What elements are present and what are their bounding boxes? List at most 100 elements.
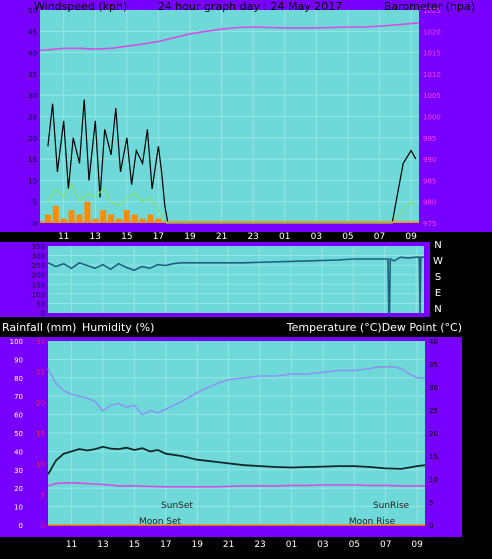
x-tick-label: 03 (311, 232, 322, 242)
axis-tick-label: 10 (36, 461, 45, 469)
weather-graph: 0 5 10 15 20 25 30 35 40 45 50 975 980 985 990 995 1000… (0, 0, 492, 555)
axis-tick-label: 100 (10, 338, 23, 346)
axis-tick-label: 50 (36, 300, 45, 308)
axis-tick-label: 980 (423, 199, 436, 207)
x-tick-label: 09 (411, 540, 423, 550)
axis-tick-label: 350 (32, 243, 45, 251)
axis-tick-label: 70 (14, 393, 23, 401)
x-tick-label: 01 (286, 540, 297, 550)
axis-tick-label: 150 (32, 281, 45, 289)
x-tick-label: 13 (97, 540, 108, 550)
axis-tick-label: 1000 (423, 114, 441, 122)
axis-tick-label: 30 (14, 467, 23, 475)
axis-tick-label: 10 (429, 476, 438, 484)
x-tick-label: 05 (349, 540, 360, 550)
axis-tick-label: 50 (14, 430, 23, 438)
x-tick-label: 07 (374, 232, 385, 242)
axis-tick-label: 40 (429, 338, 438, 346)
axis-tick-label: 30 (36, 338, 45, 346)
axis-tick-label: 20 (14, 485, 23, 493)
axis-tick-label: 995 (423, 135, 436, 143)
axis-tick-label: 40 (28, 50, 37, 58)
x-tick-label: 21 (223, 540, 234, 550)
x-tick-label: 01 (279, 232, 290, 242)
moonrise-label: Moon Rise (349, 517, 396, 527)
axis-tick-label: 60 (14, 412, 23, 420)
x-tick-label: 19 (184, 232, 196, 242)
axis-tick-label: 15 (36, 430, 45, 438)
x-tick-label: 15 (121, 232, 132, 242)
axis-tick-label: 25 (28, 114, 37, 122)
x-tick-label: 03 (317, 540, 328, 550)
x-tick-label: 23 (247, 232, 258, 242)
axis-tick-label: 5 (41, 491, 45, 499)
axis-tick-label: 0 (41, 310, 45, 318)
compass-letter: N (434, 304, 441, 315)
axis-tick-label: 250 (32, 262, 45, 270)
compass-letter: S (435, 272, 441, 283)
graph-canvas: 05101520253035404550 9759809859909951000… (0, 0, 492, 555)
x-tick-label: 11 (66, 540, 77, 550)
x-tick-label: 11 (58, 232, 69, 242)
axis-tick-label: 10 (14, 504, 23, 512)
x-tick-label: 23 (254, 540, 265, 550)
sunrise-label: SunRise (373, 501, 410, 511)
axis-tick-label: 100 (32, 291, 45, 299)
axis-tick-label: 975 (423, 220, 436, 228)
baro-title: Barometer (hpa) (384, 0, 475, 13)
rain-bar (123, 210, 130, 223)
axis-tick-label: 25 (36, 369, 45, 377)
axis-tick-label: 30 (429, 384, 438, 392)
direction-plot (48, 246, 424, 313)
axis-tick-label: 20 (429, 430, 438, 438)
x-tick-label: 19 (192, 540, 204, 550)
x-tick-label: 07 (380, 540, 391, 550)
axis-tick-label: 5 (429, 499, 433, 507)
rain-bar (84, 201, 91, 223)
axis-tick-label: 35 (429, 361, 438, 369)
x-tick-label: 09 (405, 232, 417, 242)
wind-title: Windspeed (kph) (34, 0, 127, 13)
axis-tick-label: 0 (33, 220, 37, 228)
axis-tick-label: 1020 (423, 28, 441, 36)
graph-title: 24 hour graph day : 24 May 2017 (158, 0, 343, 13)
axis-tick-label: 1005 (423, 92, 441, 100)
x-tick-label: 17 (160, 540, 171, 550)
axis-tick-label: 30 (28, 92, 37, 100)
axis-tick-label: 10 (28, 177, 37, 185)
temp-dew-title: Temperature (°C)Dew Point (°C) (286, 321, 462, 334)
axis-tick-label: 5 (33, 199, 37, 207)
axis-tick-label: 1015 (423, 50, 441, 58)
x-tick-label: 15 (129, 540, 140, 550)
axis-tick-label: 45 (28, 28, 37, 36)
x-tick-label: 21 (216, 232, 227, 242)
rainfall-title: Rainfall (mm) (2, 321, 76, 334)
x-tick-label: 17 (153, 232, 164, 242)
rain-bar (100, 210, 107, 223)
axis-tick-label: 0 (429, 522, 433, 530)
axis-tick-label: 90 (14, 356, 23, 364)
rain-bar (52, 205, 59, 223)
axis-tick-label: 15 (429, 453, 438, 461)
axis-tick-label: 990 (423, 156, 436, 164)
axis-tick-label: 300 (32, 253, 45, 261)
axis-tick-label: 40 (14, 448, 23, 456)
sunset-label: SunSet (161, 501, 193, 511)
axis-tick-label: 0 (19, 522, 23, 530)
compass-letter: N (434, 240, 441, 251)
compass-letter: W (433, 256, 443, 267)
x-tick-label: 05 (342, 232, 353, 242)
axis-tick-label: 0 (41, 522, 45, 530)
axis-tick-label: 985 (423, 177, 436, 185)
humidity-title: Humidity (%) (82, 321, 154, 334)
axis-tick-label: 25 (429, 407, 438, 415)
axis-tick-label: 20 (28, 135, 37, 143)
axis-tick-label: 20 (36, 399, 45, 407)
moonset-label: Moon Set (139, 517, 182, 527)
rain-bar (68, 210, 75, 223)
compass-letter: E (435, 288, 441, 299)
axis-tick-label: 35 (28, 71, 37, 79)
axis-tick-label: 200 (32, 272, 45, 280)
axis-tick-label: 80 (14, 375, 23, 383)
x-tick-label: 13 (90, 232, 101, 242)
